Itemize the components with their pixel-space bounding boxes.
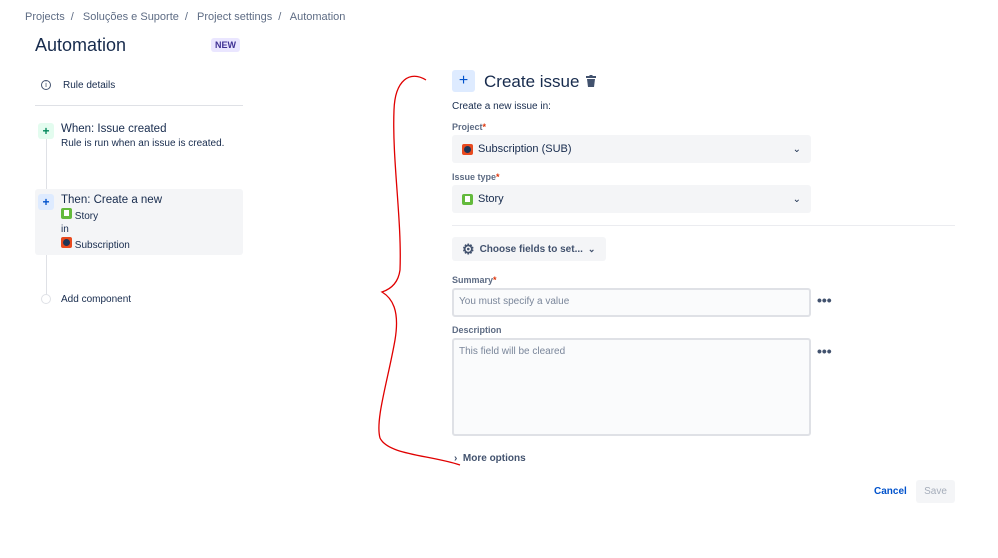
trigger-desc: Rule is run when an issue is created. [61,138,225,149]
cancel-button[interactable]: Cancel [874,486,907,497]
chevron-down-icon: ⌄ [587,243,596,254]
breadcrumb-projects[interactable]: Projects [25,11,65,23]
project-select[interactable]: Subscription (SUB) ⌄ [452,135,811,163]
chevron-down-icon: ⌄ [792,193,801,205]
add-circle-icon [41,294,51,304]
story-icon [61,207,72,219]
action-project: Subscription [74,239,130,251]
chevron-down-icon: ⌄ [792,143,801,155]
more-icon[interactable]: ••• [817,292,832,308]
rule-details-item[interactable]: i Rule details [35,80,243,106]
issue-type-select[interactable]: Story ⌄ [452,185,811,213]
breadcrumb-automation[interactable]: Automation [290,11,346,23]
action-in: in [61,224,69,235]
summary-input[interactable]: You must specify a value [452,288,811,317]
add-component-button[interactable]: Add component [61,294,131,305]
action-type: Story [74,210,99,222]
action-step[interactable]: + Then: Create a new Story in Subscripti… [35,189,243,255]
divider [452,225,955,226]
action-title: Then: Create a new [61,194,163,206]
trigger-step[interactable]: + When: Issue created Rule is run when a… [38,123,224,149]
breadcrumb: Projects / Soluções e Suporte / Project se… [25,11,346,23]
trigger-title: When: Issue created [61,123,167,135]
description-input[interactable]: This field will be cleared [452,338,811,436]
breadcrumb-project[interactable]: Soluções e Suporte [83,11,179,23]
new-badge: NEW [211,38,240,52]
project-icon [61,236,72,248]
breadcrumb-settings[interactable]: Project settings [197,11,272,23]
save-button[interactable]: Save [916,480,955,503]
info-icon: i [41,80,51,90]
panel-title: Create issue [484,72,580,91]
trash-icon[interactable] [586,74,596,87]
rule-details-label: Rule details [63,80,116,91]
project-value: Subscription (SUB) [478,143,572,155]
more-icon[interactable]: ••• [817,343,832,359]
plus-icon: + [38,194,54,210]
annotation-brace [378,75,461,466]
page-title: Automation [35,35,127,55]
issue-type-value: Story [478,193,504,205]
plus-icon: + [38,123,54,139]
